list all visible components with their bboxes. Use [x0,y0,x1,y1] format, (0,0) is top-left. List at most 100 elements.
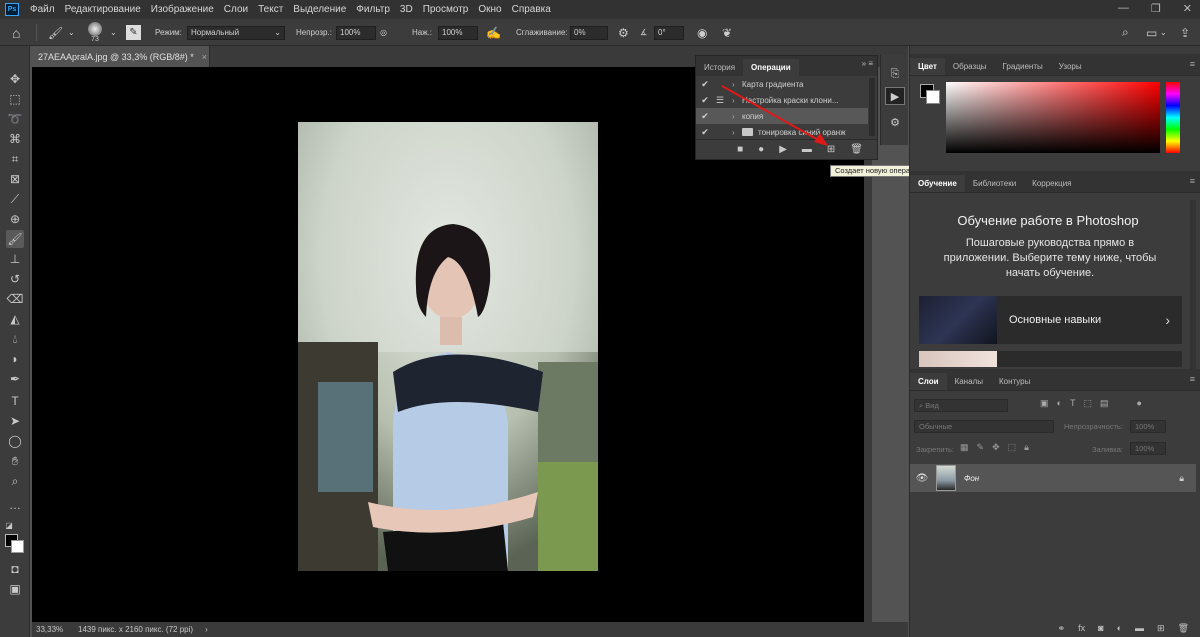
hand-tool-icon[interactable]: ✋︎ [6,452,24,470]
learn-topic-card[interactable] [919,351,1182,367]
tab-channels[interactable]: Каналы [947,373,991,390]
gear-icon[interactable]: ⚙ [618,19,629,46]
chevron-down-icon[interactable]: ⌄ [1160,19,1167,46]
menu-select[interactable]: Выделение [288,4,351,15]
chevron-down-icon[interactable]: ⌄ [68,19,75,46]
menu-file[interactable]: Файл [25,4,60,15]
background-color-swatch[interactable] [11,540,24,553]
operations-scrollbar[interactable] [869,78,875,136]
new-layer-icon[interactable]: ⊞ [1157,623,1165,634]
crop-tool-icon[interactable]: ⌗ [6,150,24,168]
chevron-right-icon[interactable]: › [205,625,208,634]
tab-color[interactable]: Цвет [910,58,945,75]
layer-opacity-field[interactable]: 100% [1130,420,1166,433]
menu-edit[interactable]: Редактирование [60,4,146,15]
trash-icon[interactable]: 🗑︎ [1178,623,1189,634]
quick-selection-tool-icon[interactable]: ⌘ [6,130,24,148]
adjustment-filter-icon[interactable]: ◐ [1057,398,1062,409]
checkmark-icon[interactable]: ✔ [696,79,714,90]
healing-brush-tool-icon[interactable]: ⊕ [6,210,24,228]
checkmark-icon[interactable]: ✔ [696,127,714,138]
paint-bucket-tool-icon[interactable]: ◭ [6,310,24,328]
symmetry-icon[interactable]: ❦ [722,19,732,46]
document-tab[interactable]: 27AEAApralA.jpg @ 33,3% (RGB/8#) * × [32,46,210,67]
menu-help[interactable]: Справка [507,4,556,15]
checkmark-icon[interactable]: ✔ [696,95,714,106]
pressure-opacity-icon[interactable]: ◎ [380,19,387,46]
color-field[interactable] [946,82,1160,153]
history-brush-tool-icon[interactable]: ↺ [6,270,24,288]
lock-artboard-icon[interactable]: ⬚ [1008,442,1017,453]
lock-transparency-icon[interactable]: ▦ [960,442,969,453]
eraser-tool-icon[interactable]: ⌫ [6,290,24,308]
panel-menu-icon[interactable]: » ≡ [862,59,873,68]
panel-menu-icon[interactable]: ≡ [1190,374,1195,384]
tab-adjustments[interactable]: Коррекция [1024,175,1079,192]
tab-paths[interactable]: Контуры [991,373,1038,390]
pressure-size-icon[interactable]: ◉ [697,19,707,46]
more-tools-icon[interactable]: … [6,496,24,514]
properties-panel-icon[interactable]: ⚙ [885,113,905,131]
eyedropper-tool-icon[interactable]: ⟋ [6,190,24,208]
menu-type[interactable]: Текст [253,4,288,15]
lock-icon[interactable]: 🔒︎ [1179,473,1184,484]
zoom-tool-icon[interactable]: ⌕ [6,472,24,490]
menu-filter[interactable]: Фильтр [351,4,395,15]
flow-field[interactable]: 100% [438,19,478,46]
close-tab-icon[interactable]: × [202,52,207,62]
home-icon[interactable]: ⌂ [12,19,20,46]
lock-position-icon[interactable]: ✥ [992,442,1000,453]
hue-slider[interactable] [1166,82,1180,153]
menu-window[interactable]: Окно [473,4,506,15]
search-icon[interactable]: ⌕ [1122,19,1129,46]
default-colors-icon[interactable]: ◪ [0,516,18,534]
lock-all-icon[interactable]: 🔒︎ [1024,442,1029,453]
tab-gradients[interactable]: Градиенты [995,58,1051,75]
learn-topic-card[interactable]: Основные навыки › [919,296,1182,344]
adjustment-layer-icon[interactable]: ◐ [1117,623,1122,633]
blend-mode-select[interactable]: Обычные [914,420,1054,433]
restore-icon[interactable]: ❐ [1151,2,1161,15]
lasso-tool-icon[interactable]: ➰ [6,110,24,128]
tab-history[interactable]: История [696,59,743,76]
panel-menu-icon[interactable]: ≡ [1190,176,1195,186]
type-filter-icon[interactable]: T [1070,398,1076,409]
close-icon[interactable]: ✕ [1183,2,1192,15]
link-layers-icon[interactable]: ⚭ [1058,623,1066,634]
marquee-tool-icon[interactable]: ⬚ [6,90,24,108]
airbrush-icon[interactable]: ✍ [486,19,501,46]
trash-icon[interactable]: 🗑︎ [850,144,863,155]
smart-object-filter-icon[interactable]: ▤ [1100,398,1109,409]
history-panel-icon[interactable]: ⎘ [885,65,905,83]
tab-libraries[interactable]: Библиотеки [965,175,1024,192]
ellipse-tool-icon[interactable]: ◯ [6,432,24,450]
type-tool-icon[interactable]: T [6,392,24,410]
tab-layers[interactable]: Слои [910,373,947,390]
brush-tool-preset-icon[interactable]: 🖌︎ [48,19,63,46]
minimize-icon[interactable]: — [1118,2,1129,15]
panel-menu-icon[interactable]: ≡ [1190,59,1195,69]
brush-settings-icon[interactable]: ✎ [126,19,141,46]
checkmark-icon[interactable]: ✔ [696,111,714,122]
workspace-icon[interactable]: ▭ [1146,19,1157,46]
learn-scrollbar[interactable] [1190,200,1196,370]
layer-style-icon[interactable]: fx [1078,623,1085,633]
pen-tool-icon[interactable]: ✒ [6,370,24,388]
layer-name[interactable]: Фон [964,474,1179,483]
angle-field[interactable]: 0° [654,19,684,46]
path-selection-tool-icon[interactable]: ➤ [6,412,24,430]
mode-select[interactable]: Нормальный ⌄ [187,19,285,46]
filter-toggle-icon[interactable]: ● [1136,398,1141,409]
share-icon[interactable]: ⇪ [1180,19,1190,46]
screen-mode-icon[interactable]: ▣ [6,580,24,598]
add-mask-icon[interactable]: ◙ [1098,623,1103,633]
dodge-tool-icon[interactable]: ◗ [6,350,24,368]
menu-image[interactable]: Изображение [146,4,219,15]
brush-preset-picker[interactable]: 73 [88,19,102,46]
smoothing-field[interactable]: 0% [570,19,608,46]
move-tool-icon[interactable]: ✥ [6,70,24,88]
fill-field[interactable]: 100% [1130,442,1166,455]
lock-pixels-icon[interactable]: ✎ [977,442,985,453]
zoom-level[interactable]: 33,33% [32,625,70,634]
new-group-icon[interactable]: ▬ [1135,623,1144,633]
